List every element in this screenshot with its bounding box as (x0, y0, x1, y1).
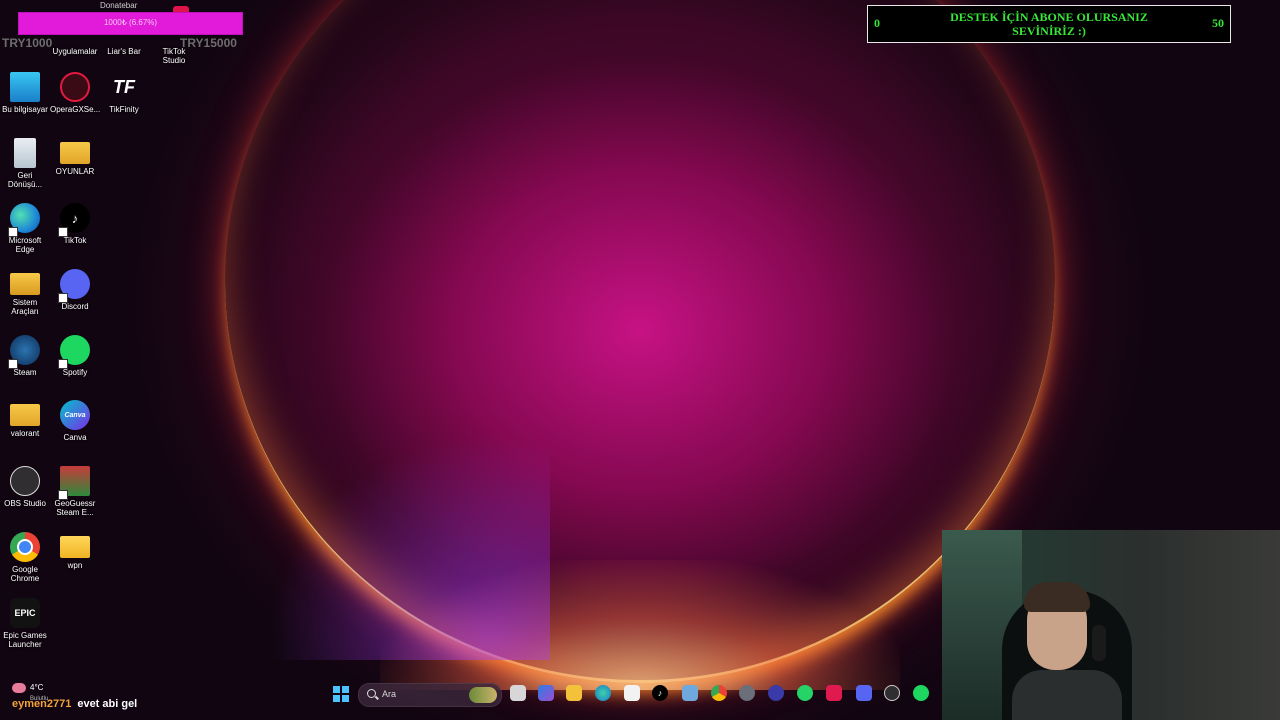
desktop-icon-liars-bar[interactable]: Liar's Bar (99, 14, 149, 56)
desktop-icon-this-pc[interactable]: Bu bilgisayar (0, 72, 50, 114)
tiktok-taskbar-icon[interactable]: ♪ (652, 685, 668, 701)
desktop-icon-canva[interactable]: Canva Canva (50, 400, 100, 442)
desktop-icon-steam[interactable]: Steam (0, 335, 50, 377)
donate-bar-title: Donatebar (100, 1, 138, 10)
desktop-icon-label: Bu bilgisayar (2, 105, 48, 114)
monitor-icon (10, 72, 40, 102)
desktop-icon-label: Steam (13, 368, 37, 377)
weather-temp: 4°C (30, 683, 44, 693)
opera-gx-icon (60, 72, 90, 102)
desktop-icon-obs-studio[interactable]: OBS Studio (0, 466, 50, 508)
epic-games-icon: EPIC (10, 598, 40, 628)
desktop-icon-label: TikTok (63, 236, 87, 245)
search-highlight-image (469, 687, 497, 703)
discord-taskbar-icon[interactable] (856, 685, 872, 701)
desktop-icon-label: Microsoft Edge (8, 236, 42, 254)
desktop-icon-label: Geri Dönüşü... (7, 171, 43, 189)
chat-username: eymen2771 (12, 698, 72, 710)
wallpaper-glow-violet (250, 420, 550, 660)
chrome-icon (10, 532, 40, 562)
folder-icon (60, 536, 90, 558)
desktop-icon-epic-games[interactable]: EPIC Epic Games Launcher (0, 598, 50, 649)
geoguessr-icon (58, 466, 90, 500)
obs-icon (10, 466, 40, 496)
chat-text: evet abi gel (77, 698, 138, 710)
subscriber-goal-box: 0 DESTEK İÇİN ABONE OLURSANIZ SEVİNİRİZ … (867, 5, 1231, 43)
tikfinity-icon: TF (113, 76, 135, 97)
liars-bar-icon (109, 14, 139, 44)
task-view-icon[interactable] (510, 685, 526, 701)
recycle-bin-icon (14, 138, 36, 168)
cloud-icon (12, 683, 26, 693)
chrome-taskbar-icon[interactable] (711, 685, 727, 701)
edge-taskbar-icon[interactable] (595, 685, 611, 701)
donate-current-amount: TRY1000 (2, 36, 53, 50)
valorant-folder-icon (10, 404, 40, 426)
steam-icon (8, 335, 40, 369)
desktop-icon-label: valorant (10, 429, 40, 438)
headset (1092, 625, 1106, 661)
whatsapp-icon[interactable] (797, 685, 813, 701)
desktop-icon-wpn[interactable]: wpn (50, 532, 100, 570)
goal-message-line1: DESTEK İÇİN ABONE OLURSANIZ (950, 10, 1148, 24)
desktop-icon-discord[interactable]: Discord (50, 269, 100, 311)
desktop-icon-label: OperaGXSe... (50, 105, 101, 114)
donate-goal-amount: TRY15000 (180, 36, 237, 50)
spotify-icon (58, 335, 90, 369)
desktop-icon-opera-gx[interactable]: OperaGXSe... (50, 72, 100, 114)
obs-taskbar-icon[interactable] (884, 685, 900, 701)
desktop-icon-recycle-bin[interactable]: Geri Dönüşü... (0, 138, 50, 189)
desktop-icon-geoguessr[interactable]: GeoGuessr Steam E... (50, 466, 100, 517)
settings-icon[interactable] (739, 685, 755, 701)
desktop-icon-label: Liar's Bar (107, 47, 141, 56)
tiktok-studio-taskbar-icon[interactable] (826, 685, 842, 701)
search-app-icon[interactable] (768, 685, 784, 701)
desktop-icon-oyunlar[interactable]: OYUNLAR (50, 138, 100, 176)
search-icon (367, 689, 376, 698)
spotify-taskbar-icon[interactable] (913, 685, 929, 701)
copilot-icon[interactable] (538, 685, 554, 701)
desktop-icon-sistem-araclari[interactable]: Sistem Araçları (0, 269, 50, 316)
discord-icon (58, 269, 90, 303)
desktop-icon-label: TikFinity (109, 105, 139, 114)
chat-message: eymen2771 evet abi gel (12, 698, 137, 710)
desktop-icon-label: OBS Studio (4, 499, 46, 508)
desktop-icon-edge[interactable]: Microsoft Edge (0, 203, 50, 254)
folder-tools-icon (10, 273, 40, 295)
folder-icon (60, 142, 90, 164)
desktop-icon-label: OYUNLAR (55, 167, 95, 176)
desktop-icon-label: wpn (67, 561, 83, 570)
tiktok-icon: ♪ (58, 203, 90, 237)
goal-max: 50 (1212, 16, 1224, 30)
desktop-icon-valorant[interactable]: valorant (0, 400, 50, 438)
goal-message: DESTEK İÇİN ABONE OLURSANIZ SEVİNİRİZ :) (908, 10, 1190, 38)
goal-message-line2: SEVİNİRİZ :) (1012, 24, 1086, 38)
tikfinity-taskbar-icon[interactable] (682, 685, 698, 701)
start-button[interactable] (333, 686, 349, 702)
desktop-icon-spotify[interactable]: Spotify (50, 335, 100, 377)
desktop-icon-label: Uygulamalar (52, 47, 98, 56)
taskbar (0, 680, 1280, 720)
apps-icon (60, 14, 90, 44)
edge-icon (8, 203, 40, 237)
desktop-icon-tikfinity[interactable]: TF TikFinity (99, 72, 149, 115)
taskbar-search[interactable]: Ara (358, 683, 502, 707)
desktop-icon-uygulamalar[interactable]: Uygulamalar (50, 14, 100, 56)
desktop-icon-label: Canva (63, 433, 87, 442)
desktop-icon-label: Epic Games Launcher (3, 631, 47, 649)
store-icon[interactable] (624, 685, 640, 701)
canva-icon: Canva (60, 400, 90, 430)
desktop-icon-chrome[interactable]: Google Chrome (0, 532, 50, 583)
search-placeholder: Ara (382, 689, 397, 699)
desktop-icon-label: GeoGuessr Steam E... (54, 499, 96, 517)
desktop-icon-tiktok[interactable]: ♪ TikTok (50, 203, 100, 245)
desktop-icon-label: Discord (61, 302, 89, 311)
goal-min: 0 (874, 16, 880, 30)
desktop-icon-label: Sistem Araçları (11, 298, 39, 316)
desktop-icon-label: Google Chrome (10, 565, 40, 583)
file-explorer-icon[interactable] (566, 685, 582, 701)
desktop-icon-label: Spotify (62, 368, 88, 377)
